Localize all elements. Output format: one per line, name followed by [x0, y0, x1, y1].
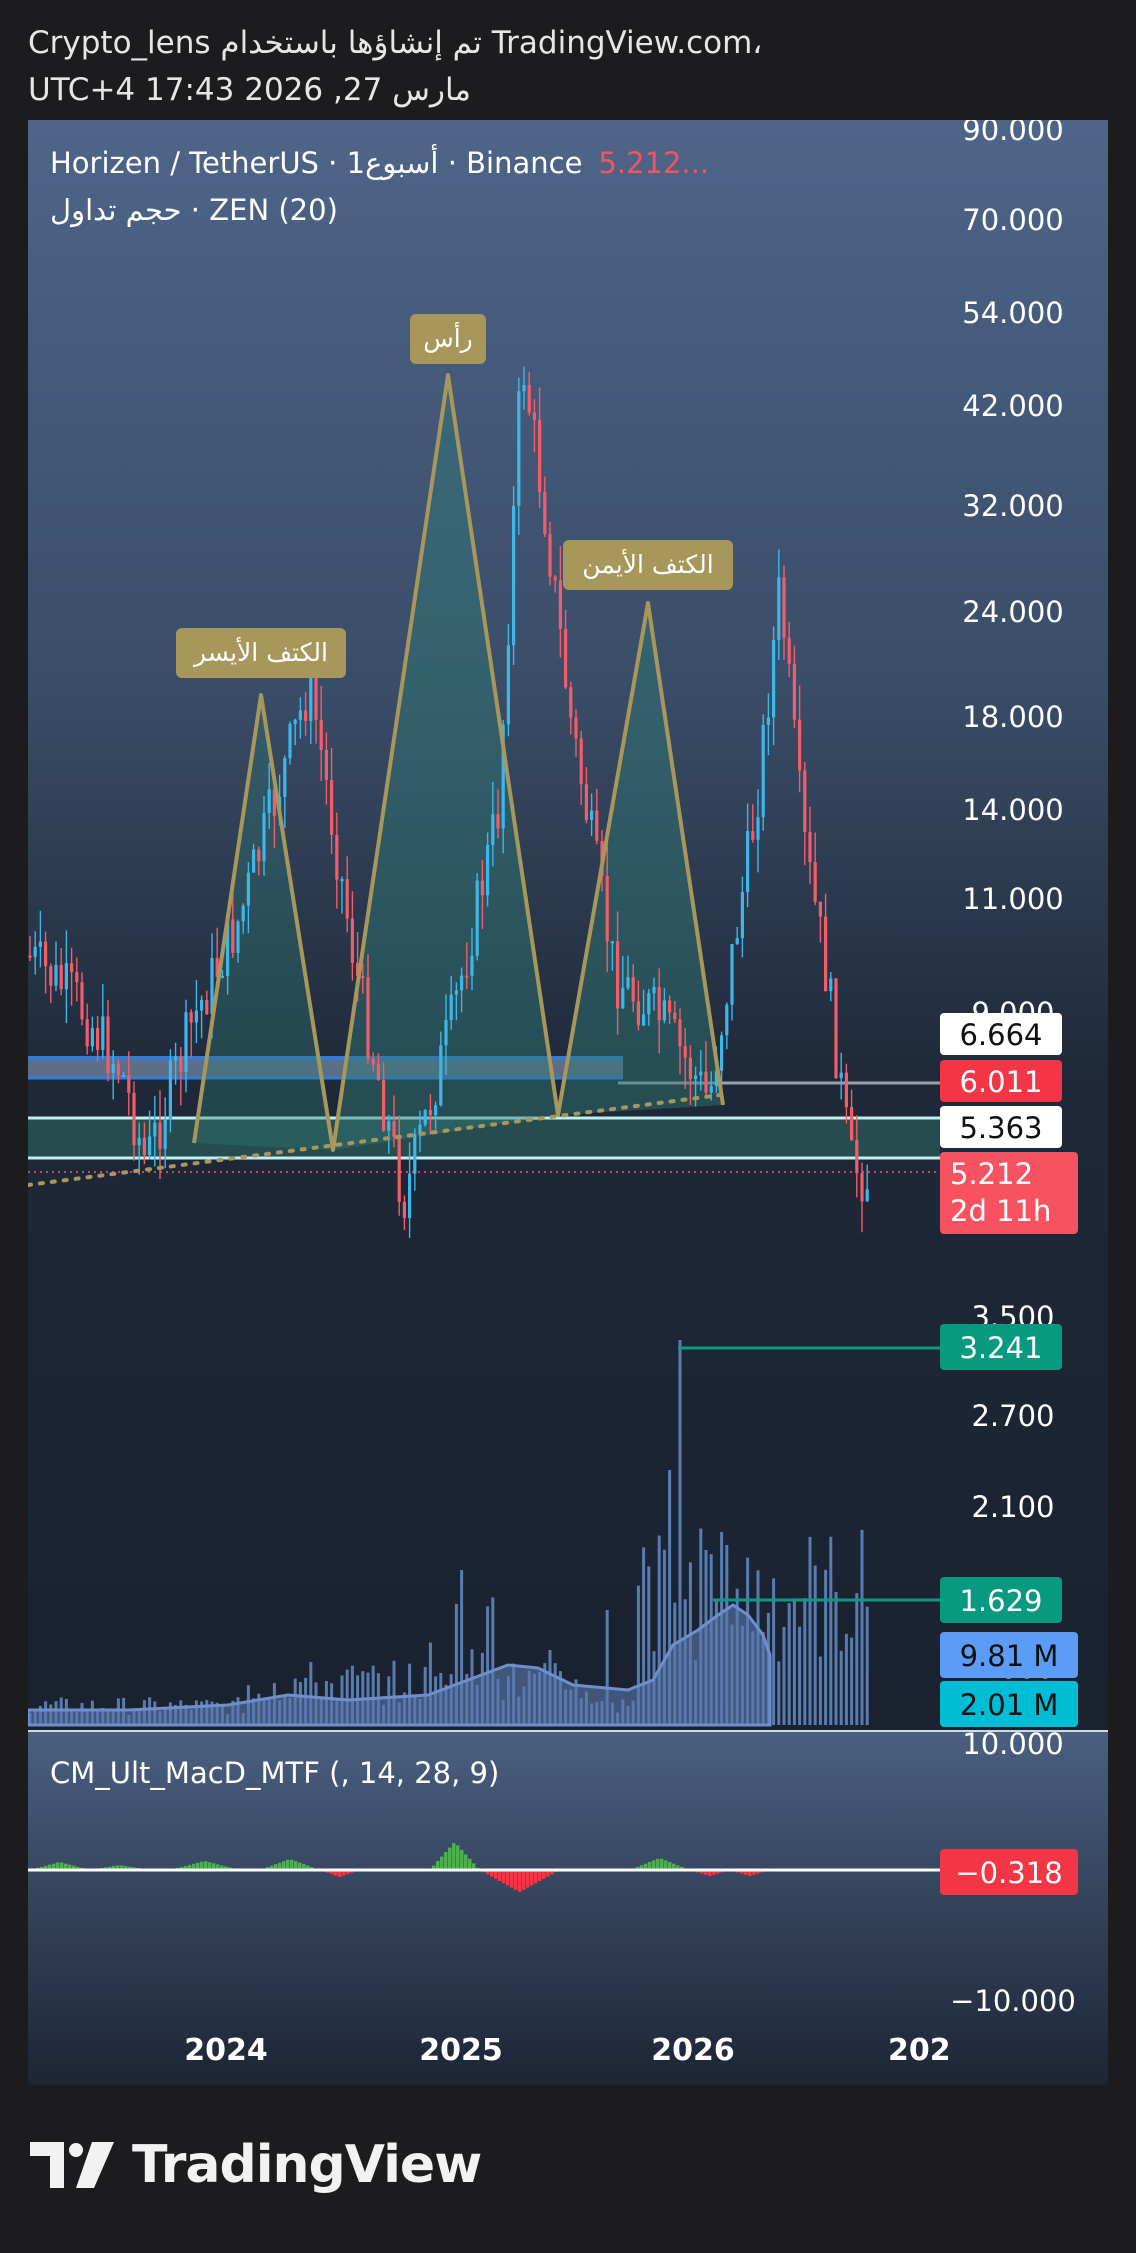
tradingview-logo[interactable]: TradingView	[30, 2135, 482, 2195]
volume-bar	[855, 1593, 859, 1725]
price-tag-5363: 5.363	[940, 1106, 1062, 1148]
axis-label: 14.000	[962, 793, 1063, 827]
macd-bar	[464, 1854, 468, 1870]
time-label: 2024	[184, 2033, 268, 2068]
volume-bar	[792, 1598, 796, 1725]
svg-text:2.01 M: 2.01 M	[960, 1688, 1059, 1722]
volume-bar	[860, 1529, 864, 1725]
volume-bar	[782, 1626, 786, 1725]
macd-legend[interactable]: CM_Ult_MacD_MTF (, 14, 28, 9)	[50, 1756, 499, 1790]
right-shoulder-label: الكتف الأيمن	[563, 540, 733, 590]
volume-bar	[839, 1650, 843, 1725]
macd-bar	[656, 1858, 660, 1870]
macd-bar	[534, 1870, 538, 1884]
candle	[423, 1109, 427, 1127]
volume-tag: 9.81 M	[940, 1632, 1078, 1678]
axis-label: −10.000	[950, 1984, 1076, 2018]
axis-label: 2.100	[971, 1490, 1054, 1524]
macd-bar	[538, 1870, 542, 1881]
svg-text:6.664: 6.664	[959, 1018, 1042, 1052]
time-label: 202	[888, 2033, 951, 2068]
macd-bar	[530, 1870, 534, 1886]
svg-text:5.212: 5.212	[950, 1157, 1033, 1191]
head-label: رأس	[410, 314, 486, 364]
candle	[512, 486, 516, 666]
volume-bar	[865, 1606, 869, 1725]
macd-bar	[514, 1870, 518, 1890]
left-shoulder-label: الكتف الأيسر	[176, 628, 346, 678]
axis-label: 54.000	[962, 296, 1063, 330]
macd-bar	[522, 1870, 526, 1890]
macd-bar	[456, 1845, 460, 1870]
volume-bar	[808, 1536, 812, 1725]
svg-text:2d 11h: 2d 11h	[950, 1194, 1051, 1228]
macd-bar	[498, 1870, 502, 1881]
volume-bar	[850, 1637, 854, 1725]
symbol-legend[interactable]: Horizen / TetherUS · 1أسبوع · Binance 5.2…	[50, 143, 709, 180]
candle	[475, 873, 479, 961]
macd-bar	[518, 1870, 522, 1892]
axis-label: 70.000	[962, 203, 1063, 237]
axis-label: 10.000	[962, 1727, 1063, 1761]
main-pane-background	[28, 120, 1108, 1730]
volume-bar	[844, 1633, 848, 1725]
svg-text:الكتف الأيمن: الكتف الأيمن	[582, 548, 713, 579]
volume-bar	[798, 1626, 802, 1725]
axis-label: 18.000	[962, 700, 1063, 734]
author-line: Crypto_lens تم إنشاؤها باستخدام TradingV…	[28, 25, 763, 61]
macd-bar	[452, 1843, 456, 1870]
chart-panel[interactable]: الكتف الأيسر رأس الكتف الأيمن 90.000 70.…	[28, 120, 1108, 2085]
macd-bar	[448, 1847, 452, 1870]
volume-bar	[813, 1565, 817, 1725]
volume-bar	[824, 1569, 828, 1725]
timestamp-line: UTC+4 مارس 27, 2026 17:43	[28, 72, 472, 108]
volume-bar	[787, 1603, 791, 1725]
axis-label: 90.000	[962, 120, 1063, 147]
tradingview-wordmark: TradingView	[132, 2135, 482, 2195]
volume-bar	[803, 1598, 807, 1725]
candle	[834, 977, 838, 1079]
macd-bar	[510, 1870, 514, 1888]
macd-bar	[286, 1859, 290, 1870]
volume-legend[interactable]: حجم تداول · ZEN (20)	[50, 193, 338, 228]
tradingview-logo-icon	[30, 2142, 114, 2188]
axis-label: 2.700	[971, 1399, 1054, 1433]
macd-bar	[440, 1856, 444, 1870]
svg-text:6.011: 6.011	[959, 1065, 1042, 1099]
volume-ma-tag: 2.01 M	[940, 1681, 1078, 1727]
macd-bar	[460, 1849, 464, 1870]
volume-bar	[829, 1536, 833, 1725]
price-tag-6011: 6.011	[940, 1060, 1062, 1102]
volume-bar	[834, 1591, 838, 1725]
svg-text:الكتف الأيسر: الكتف الأيسر	[192, 636, 328, 667]
macd-bar	[468, 1858, 472, 1870]
candle	[761, 714, 765, 831]
svg-text:رأس: رأس	[423, 321, 473, 353]
axis-label: 32.000	[962, 489, 1063, 523]
svg-text:−0.318: −0.318	[955, 1856, 1062, 1890]
macd-bar	[506, 1870, 510, 1886]
axis-label: 11.000	[962, 882, 1063, 916]
axis-label: 24.000	[962, 595, 1063, 629]
volume-bar	[777, 1661, 781, 1725]
price-tag-6664: 6.664	[940, 1013, 1062, 1055]
time-label: 2026	[651, 2033, 735, 2068]
macd-bar	[290, 1859, 294, 1870]
macd-bar	[526, 1870, 530, 1888]
axis-label: 42.000	[962, 389, 1063, 423]
price-tag-last: 5.212 2d 11h	[940, 1152, 1078, 1234]
volume-bar	[818, 1656, 822, 1725]
macd-tag: −0.318	[940, 1849, 1078, 1895]
time-label: 2025	[419, 2033, 503, 2068]
price-tag-3241: 3.241	[940, 1324, 1062, 1370]
svg-text:1.629: 1.629	[959, 1584, 1042, 1618]
chart-header: Crypto_lens تم إنشاؤها باستخدام TradingV…	[28, 20, 762, 114]
macd-bar	[660, 1858, 664, 1870]
macd-bar	[502, 1870, 506, 1884]
macd-bar	[444, 1852, 448, 1870]
price-tag-1629: 1.629	[940, 1577, 1062, 1623]
svg-text:9.81 M: 9.81 M	[960, 1639, 1059, 1673]
svg-text:3.241: 3.241	[959, 1331, 1042, 1365]
svg-text:5.363: 5.363	[959, 1111, 1042, 1145]
